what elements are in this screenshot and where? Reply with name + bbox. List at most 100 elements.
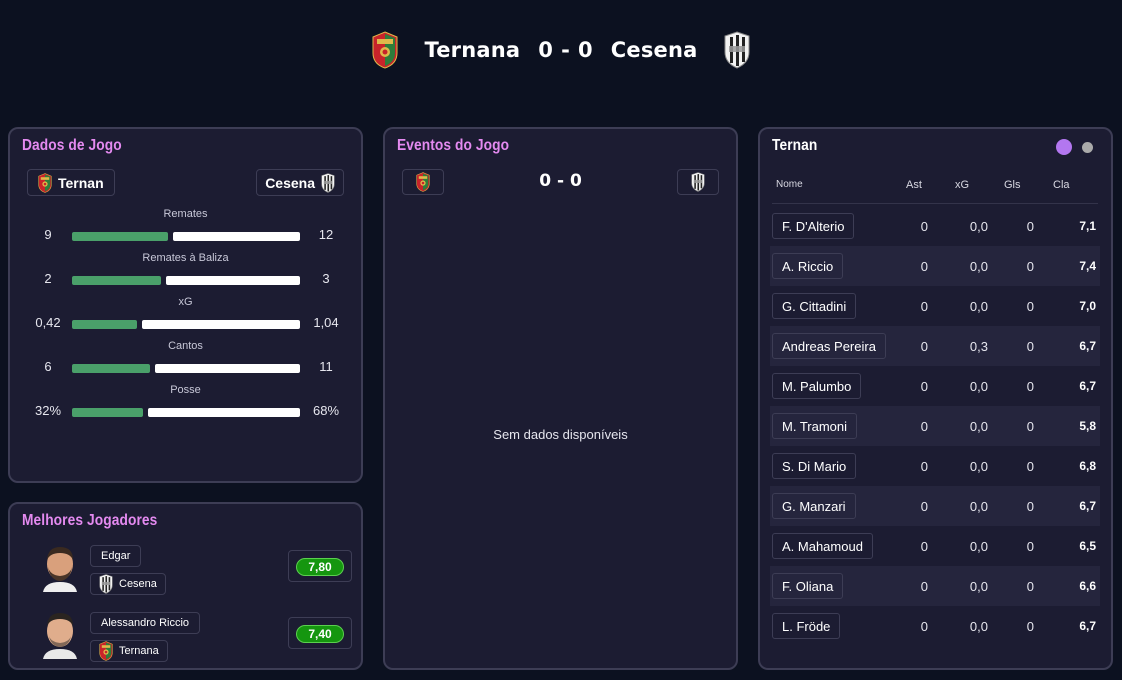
player-ast: 0 [920,619,928,634]
best-players-panel: Melhores Jogadores Edgar Cesena 7,80 Ale… [8,502,363,670]
stat-away-bar [142,320,300,329]
ternana-crest-icon [99,641,113,661]
player-row[interactable]: L. Fröde 0 0,0 0 6,7 [770,606,1100,646]
team-toggle-active[interactable] [1056,139,1072,155]
player-name-chip[interactable]: A. Riccio [772,253,844,279]
player-gls: 0 [1026,579,1034,594]
header-divider [772,203,1098,204]
player-gls: 0 [1026,259,1034,274]
player-row[interactable]: A. Riccio 0 0,0 0 7,4 [770,246,1100,286]
stat-label: Remates [163,208,208,220]
player-team-chip: Ternana [90,640,168,662]
player-gls: 0 [1026,419,1034,434]
player-xg: 0,0 [969,579,988,594]
cesena-crest-icon [99,574,113,594]
stat-row: 6 11 [10,359,361,375]
panel-title: Melhores Jogadores [22,512,158,529]
player-xg: 0,0 [969,379,988,394]
player-name-chip[interactable]: S. Di Mario [772,453,857,479]
player-ast: 0 [920,539,928,554]
stat-away-bar [155,364,300,373]
player-xg: 0,0 [969,219,988,234]
player-name-chip[interactable]: M. Tramoni [772,413,858,439]
player-team: Cesena [119,578,157,590]
player-name-chip[interactable]: L. Fröde [772,613,841,639]
stat-away-value: 1,04 [313,315,339,330]
player-row[interactable]: S. Di Mario 0 0,0 0 6,8 [770,446,1100,486]
player-gls: 0 [1026,299,1034,314]
player-xg: 0,0 [969,619,988,634]
away-crest-box[interactable] [677,169,719,195]
player-ast: 0 [920,499,928,514]
player-name: Edgar [101,550,131,562]
player-ast: 0 [920,459,928,474]
stat-away-value: 11 [319,359,333,374]
player-ast: 0 [920,259,928,274]
away-team-chip[interactable]: Cesena [256,169,344,196]
player-team-chip: Cesena [90,573,166,595]
stat-home-bar [72,232,168,241]
best-player-row[interactable]: Alessandro Riccio Ternana 7,40 [40,609,352,665]
player-row[interactable]: M. Tramoni 0 0,0 0 5,8 [770,406,1100,446]
home-team-chip[interactable]: Ternan [27,169,115,196]
player-row[interactable]: G. Cittadini 0 0,0 0 7,0 [770,286,1100,326]
best-player-row[interactable]: Edgar Cesena 7,80 [40,542,352,598]
team-toggle-inactive[interactable] [1082,142,1093,153]
player-gls: 0 [1026,539,1034,554]
player-ast: 0 [920,419,928,434]
stat-row: 0,42 1,04 [10,315,361,331]
panel-title: Eventos do Jogo [397,137,510,154]
match-scoreline: Ternana 0 - 0 Cesena [424,38,697,62]
player-rating: 6,6 [1079,579,1096,593]
column-header-name: Nome [776,179,803,190]
player-avatar [43,613,77,659]
player-name: Alessandro Riccio [101,617,190,629]
stat-away-bar [166,276,300,285]
player-name-chip[interactable]: A. Mahamoud [772,533,873,559]
player-gls: 0 [1026,379,1034,394]
player-name-chip: Edgar [90,545,142,567]
player-ast: 0 [920,579,928,594]
player-name-chip: Alessandro Riccio [90,612,201,634]
player-row[interactable]: F. Oliana 0 0,0 0 6,6 [770,566,1100,606]
away-score: 0 [577,38,593,62]
player-ast: 0 [920,339,928,354]
player-name-chip[interactable]: F. D'Alterio [772,213,855,239]
stat-row: 23 [10,271,361,287]
stat-row: 32% 68% [10,403,361,419]
stat-home-bar [72,408,143,417]
player-row[interactable]: A. Mahamoud 0 0,0 0 6,5 [770,526,1100,566]
player-xg: 0,0 [969,419,988,434]
player-row[interactable]: G. Manzari 0 0,0 0 6,7 [770,486,1100,526]
player-row[interactable]: M. Palumbo 0 0,0 0 6,7 [770,366,1100,406]
stat-label: xG [178,296,193,308]
player-ast: 0 [920,219,928,234]
home-score: 0 [538,38,554,62]
stat-row: 9 12 [10,227,361,243]
player-xg: 0,0 [969,459,988,474]
player-name-chip[interactable]: Andreas Pereira [772,333,886,359]
player-name-chip[interactable]: G. Manzari [772,493,856,519]
panel-title: Ternan [772,137,818,154]
panel-title: Dados de Jogo [22,137,122,154]
player-rating: 6,7 [1079,619,1096,633]
player-name-chip[interactable]: F. Oliana [772,573,844,599]
player-row[interactable]: F. D'Alterio 0 0,0 0 7,1 [770,206,1100,246]
stat-label: Posse [170,384,201,396]
stat-home-value: 6 [44,359,52,374]
cesena-crest-icon [691,172,705,192]
player-gls: 0 [1026,339,1034,354]
player-xg: 0,3 [969,339,988,354]
player-name-chip[interactable]: G. Cittadini [772,293,857,319]
player-gls: 0 [1026,499,1034,514]
player-xg: 0,0 [969,299,988,314]
player-rating: 7,4 [1079,259,1096,273]
stat-label: Remates à Baliza [142,252,229,264]
player-xg: 0,0 [969,539,988,554]
away-team-label: Cesena [265,174,315,191]
player-row[interactable]: Andreas Pereira 0 0,3 0 6,7 [770,326,1100,366]
stat-home-value: 2 [44,271,52,286]
player-name-chip[interactable]: M. Palumbo [772,373,862,399]
stat-home-value: 9 [44,227,52,242]
cesena-crest-icon [724,31,750,69]
